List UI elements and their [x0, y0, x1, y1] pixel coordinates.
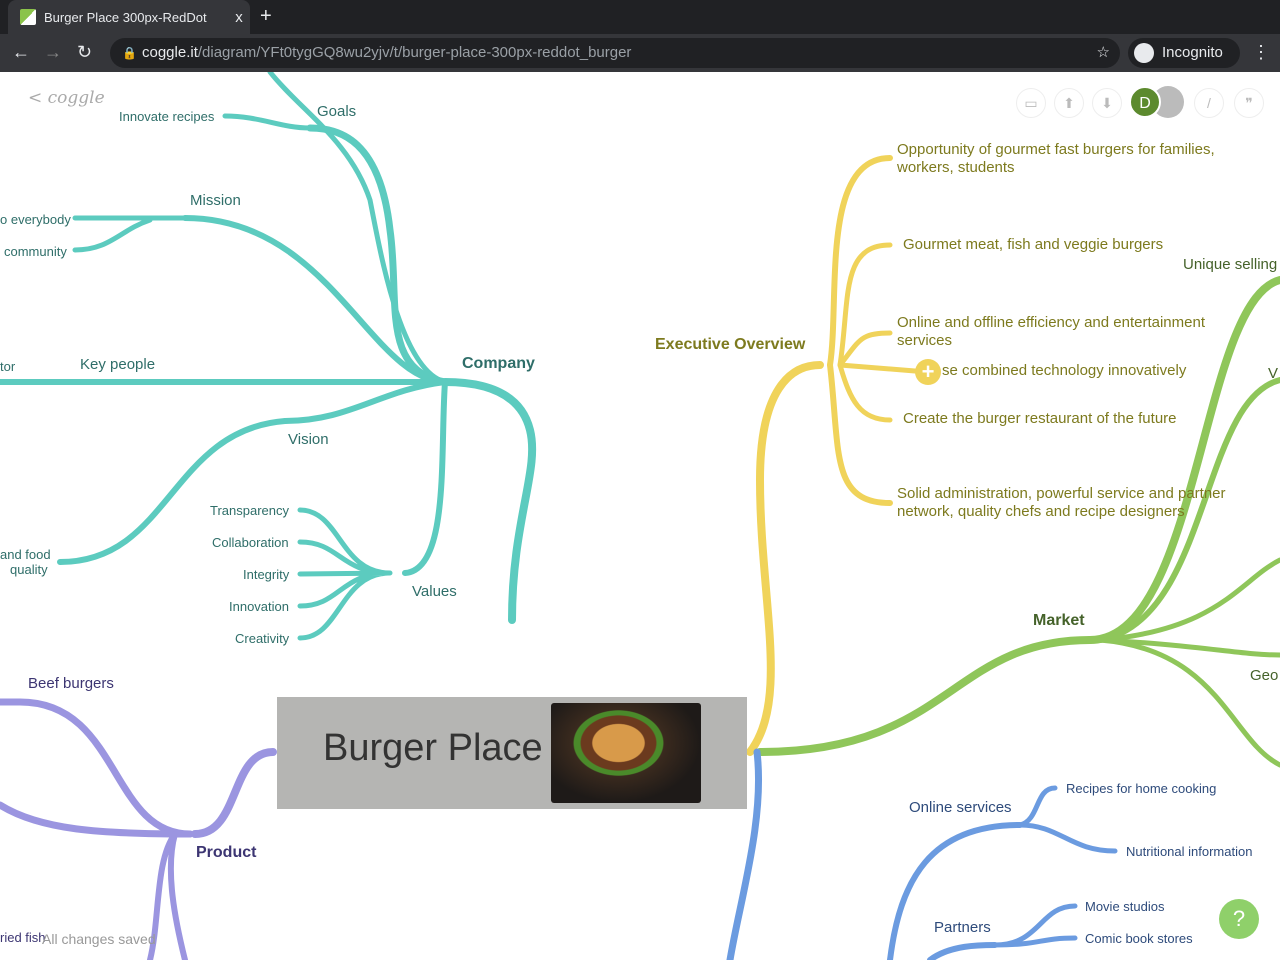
node-value[interactable]: Integrity: [243, 567, 289, 582]
node-overview-item[interactable]: Gourmet meat, fish and veggie burgers: [903, 236, 1163, 253]
node-online-services[interactable]: Online services: [909, 799, 1012, 816]
incognito-label: Incognito: [1162, 44, 1223, 61]
node-key-people[interactable]: Key people: [80, 356, 155, 373]
node-market-item[interactable]: Unique selling: [1183, 256, 1277, 273]
node-online-item[interactable]: Nutritional information: [1126, 844, 1252, 859]
coggle-logo[interactable]: < coggle: [28, 88, 105, 108]
node-value[interactable]: Creativity: [235, 631, 289, 646]
node-product[interactable]: Product: [196, 844, 256, 862]
star-icon[interactable]: ☆: [1097, 38, 1110, 68]
node-vision-item[interactable]: and food: [0, 547, 51, 562]
node-overview-item[interactable]: Online and offline efficiency and entert…: [897, 314, 1227, 350]
close-tab-button[interactable]: x: [228, 9, 250, 26]
user-avatar[interactable]: D: [1129, 86, 1161, 118]
help-button[interactable]: ?: [1219, 899, 1259, 939]
node-executive-overview[interactable]: Executive Overview: [655, 336, 805, 354]
new-tab-button[interactable]: +: [260, 5, 272, 28]
product-branches: [0, 698, 277, 960]
tab-title: Burger Place 300px-RedDot: [44, 9, 207, 25]
node-value[interactable]: Innovation: [229, 599, 289, 614]
node-mission-item[interactable]: community: [4, 244, 67, 259]
node-partner-item[interactable]: Movie studios: [1085, 899, 1164, 914]
history-icon[interactable]: /: [1194, 88, 1224, 118]
menu-icon[interactable]: ⋮: [1252, 42, 1270, 63]
node-key-people-item[interactable]: tor: [0, 359, 15, 374]
url-host: coggle.it: [142, 44, 198, 61]
node-market-item[interactable]: V: [1268, 365, 1278, 382]
url-path: /diagram/YFt0tygGQ8wu2yjv/t/burger-place…: [197, 44, 632, 61]
present-icon[interactable]: ▭: [1016, 88, 1046, 118]
node-overview-item[interactable]: Create the burger restaurant of the futu…: [903, 410, 1177, 427]
mindmap-canvas[interactable]: < coggle ▭ ⬆ ⬇ D / ❞ Company Goals Innov…: [0, 72, 1280, 960]
node-overview-item[interactable]: Opportunity of gourmet fast burgers for …: [897, 141, 1237, 177]
node-beef-burgers[interactable]: Beef burgers: [28, 675, 114, 692]
node-mission-item[interactable]: o everybody: [0, 212, 71, 227]
browser-toolbar: ← → ↻ 🔒 coggle.it/diagram/YFt0tygGQ8wu2yj…: [0, 34, 1280, 72]
overview-branches: [746, 155, 918, 756]
add-node-button[interactable]: +: [915, 359, 941, 385]
node-vision[interactable]: Vision: [288, 431, 329, 448]
root-node[interactable]: Burger Place: [277, 697, 747, 809]
market-branches: [756, 276, 1280, 768]
node-innovate-recipes[interactable]: Innovate recipes: [119, 109, 214, 124]
node-partner-item[interactable]: Comic book stores: [1085, 931, 1193, 946]
node-overview-item[interactable]: Solid administration, powerful service a…: [897, 485, 1247, 521]
burger-image: [551, 703, 701, 803]
download-icon[interactable]: ⬇: [1092, 88, 1122, 118]
save-status: All changes saved: [42, 931, 156, 947]
share-upload-icon[interactable]: ⬆: [1054, 88, 1084, 118]
comments-icon[interactable]: ❞: [1234, 88, 1264, 118]
node-company[interactable]: Company: [462, 355, 535, 373]
node-online-item[interactable]: Recipes for home cooking: [1066, 781, 1216, 796]
reload-icon[interactable]: ↻: [77, 42, 92, 63]
root-title: Burger Place: [323, 727, 543, 769]
node-vision-item[interactable]: quality: [10, 562, 48, 577]
lock-icon: 🔒: [122, 46, 137, 60]
browser-tab[interactable]: Burger Place 300px-RedDot x: [8, 0, 250, 34]
node-fried-fish[interactable]: ried fish: [0, 930, 46, 945]
node-mission[interactable]: Mission: [190, 192, 241, 209]
company-branches: [0, 72, 537, 641]
node-values[interactable]: Values: [412, 583, 457, 600]
node-value[interactable]: Transparency: [210, 503, 289, 518]
node-market-item[interactable]: Geo: [1250, 667, 1278, 684]
forward-icon[interactable]: →: [44, 42, 62, 63]
node-goals[interactable]: Goals: [317, 103, 356, 120]
coggle-favicon-icon: [20, 9, 36, 25]
tab-bar: Burger Place 300px-RedDot x +: [0, 0, 1280, 34]
node-partners[interactable]: Partners: [934, 919, 991, 936]
incognito-icon: [1134, 43, 1154, 63]
incognito-badge[interactable]: Incognito: [1128, 38, 1240, 68]
node-market[interactable]: Market: [1033, 612, 1085, 630]
node-value[interactable]: Collaboration: [212, 535, 289, 550]
services-branches: [726, 748, 1118, 960]
address-bar[interactable]: 🔒 coggle.it/diagram/YFt0tygGQ8wu2yjv/t/bu…: [110, 38, 1120, 68]
node-overview-item[interactable]: se combined technology innovatively: [942, 362, 1186, 379]
back-icon[interactable]: ←: [12, 42, 30, 63]
